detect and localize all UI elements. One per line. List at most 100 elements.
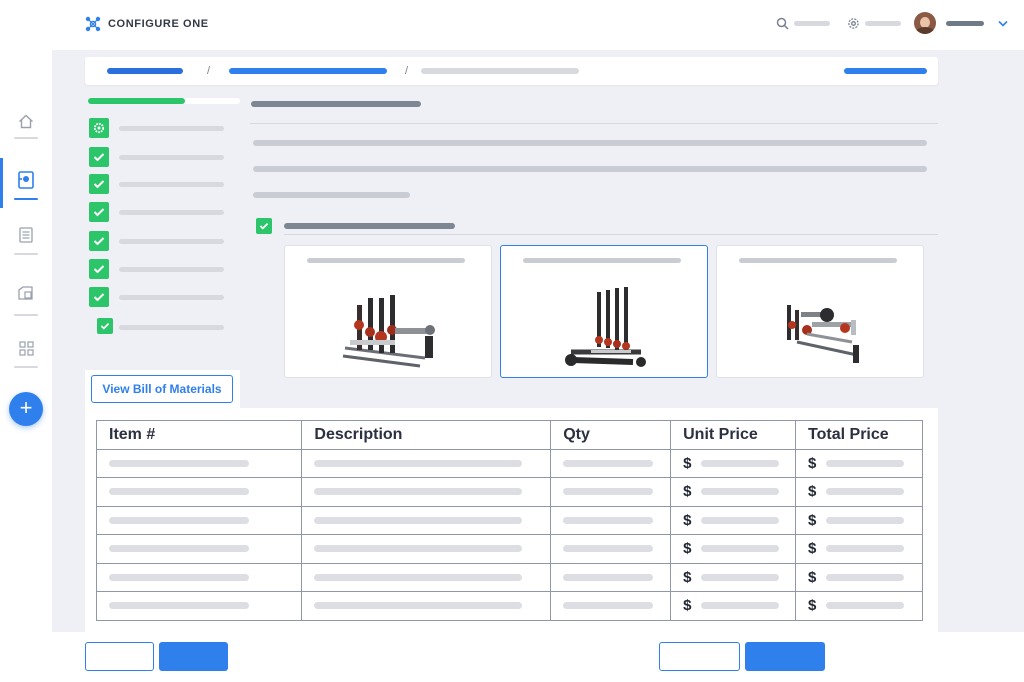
table-cell	[95, 591, 303, 621]
table-cell	[301, 505, 552, 535]
back-button[interactable]	[659, 642, 740, 671]
gear-icon[interactable]	[847, 17, 860, 30]
next-button[interactable]	[745, 642, 825, 671]
currency-symbol: $	[683, 511, 692, 529]
table-cell	[301, 562, 552, 592]
unit-price-cell: $	[670, 448, 797, 478]
breadcrumb-action[interactable]	[844, 68, 927, 74]
check-icon	[89, 231, 109, 251]
step-label	[119, 182, 224, 187]
breadcrumb-item[interactable]	[229, 68, 387, 74]
settings-step-icon	[89, 118, 109, 138]
table-row[interactable]: $ $	[95, 534, 923, 564]
sidebar-item-documents[interactable]	[0, 217, 52, 255]
table-cell	[550, 562, 672, 592]
sidebar: +	[0, 50, 52, 632]
check-icon	[89, 259, 109, 279]
table-cell	[301, 534, 552, 564]
home-icon	[19, 114, 33, 129]
check-icon	[89, 202, 109, 222]
table-cell	[301, 477, 552, 507]
column-header-total-price[interactable]: Total Price	[795, 420, 923, 450]
breadcrumb-separator: /	[405, 65, 409, 77]
unit-price-cell: $	[670, 477, 797, 507]
currency-symbol: $	[808, 568, 817, 586]
total-price-cell: $	[795, 534, 923, 564]
currency-symbol: $	[808, 511, 817, 529]
currency-symbol: $	[683, 568, 692, 586]
currency-symbol: $	[683, 454, 692, 472]
currency-symbol: $	[683, 597, 692, 615]
step-item[interactable]	[89, 147, 239, 167]
chevron-down-icon[interactable]	[998, 20, 1008, 27]
view-bill-of-materials-button[interactable]: View Bill of Materials	[91, 375, 233, 403]
sidebar-item-apps[interactable]	[0, 336, 52, 368]
option-checkbox[interactable]	[256, 218, 272, 234]
footer	[0, 632, 1024, 682]
sidebar-item-configurator[interactable]	[0, 158, 52, 208]
check-icon	[89, 147, 109, 167]
table-cell	[550, 477, 672, 507]
option-card[interactable]	[716, 245, 924, 378]
step-item[interactable]	[89, 202, 239, 222]
valve-assembly-image	[787, 305, 859, 363]
option-caption	[739, 258, 897, 263]
step-label	[119, 239, 224, 244]
step-label	[119, 295, 224, 300]
sidebar-item-catalog[interactable]	[0, 276, 52, 316]
table-row[interactable]: $ $	[95, 448, 923, 478]
step-item[interactable]	[89, 259, 239, 279]
footer-primary-button[interactable]	[159, 642, 228, 671]
total-price-cell: $	[795, 448, 923, 478]
footer-secondary-button[interactable]	[85, 642, 154, 671]
currency-symbol: $	[683, 540, 692, 558]
configuration-content	[250, 95, 940, 385]
option-card[interactable]	[284, 245, 492, 378]
option-caption	[307, 258, 465, 263]
sidebar-item-home[interactable]	[0, 103, 52, 139]
avatar[interactable]	[914, 12, 936, 34]
app-logo[interactable]: CONFIGURE ONE	[84, 15, 209, 33]
user-name[interactable]	[946, 20, 984, 26]
option-card-selected[interactable]	[500, 245, 708, 378]
table-cell	[95, 505, 303, 535]
step-item[interactable]	[89, 174, 239, 194]
column-header-description[interactable]: Description	[301, 420, 552, 450]
column-header-unit-price[interactable]: Unit Price	[670, 420, 797, 450]
progress-bar	[88, 98, 240, 104]
table-cell	[301, 591, 552, 621]
step-item[interactable]	[89, 231, 239, 251]
step-item-sub[interactable]	[97, 318, 247, 338]
document-icon	[19, 227, 33, 243]
currency-symbol: $	[808, 540, 817, 558]
option-group-title	[284, 223, 455, 229]
table-cell	[550, 505, 672, 535]
description-line	[253, 140, 927, 146]
currency-symbol: $	[683, 483, 692, 501]
steps-panel	[85, 95, 240, 340]
step-label	[119, 155, 224, 160]
search-icon[interactable]	[776, 17, 789, 30]
table-cell	[95, 562, 303, 592]
table-row[interactable]: $ $	[95, 477, 923, 507]
section-title	[251, 101, 421, 107]
valve-assembly-image	[342, 295, 435, 368]
step-label	[119, 325, 224, 330]
column-header-item[interactable]: Item #	[95, 420, 303, 450]
unit-price-cell: $	[670, 505, 797, 535]
step-item[interactable]	[89, 118, 239, 138]
settings-label[interactable]	[865, 20, 901, 26]
table-row[interactable]: $ $	[95, 505, 923, 535]
total-price-cell: $	[795, 505, 923, 535]
table-row[interactable]: $ $	[95, 591, 923, 621]
check-icon	[97, 318, 113, 334]
step-item[interactable]	[89, 287, 239, 307]
add-button[interactable]: +	[9, 392, 43, 426]
column-header-qty[interactable]: Qty	[550, 420, 672, 450]
breadcrumb-item[interactable]	[107, 68, 183, 74]
logo-icon	[85, 16, 101, 32]
search-label[interactable]	[794, 20, 830, 26]
table-row[interactable]: $ $	[95, 562, 923, 592]
option-caption	[523, 258, 681, 263]
description-line	[253, 192, 410, 198]
